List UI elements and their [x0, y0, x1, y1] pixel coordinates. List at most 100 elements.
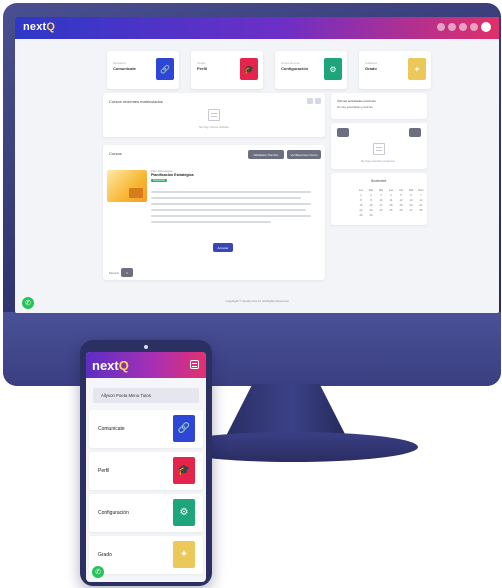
link-icon: 🔗 — [173, 415, 195, 442]
description-line — [151, 209, 306, 211]
menu-icon[interactable] — [190, 360, 199, 369]
calendar-weekday: Sáb — [408, 189, 414, 192]
access-button[interactable]: Acceder — [213, 243, 233, 252]
empty-state-text: No hay eventos próximos — [361, 159, 395, 163]
calendar-day[interactable]: 11 — [387, 199, 395, 202]
calendar-day[interactable]: 12 — [397, 199, 405, 202]
pagination-label: Mostrar — [109, 271, 120, 275]
calendar-grid: Lun Mar Mié Jue Vie Sáb Dom 1 2 3 4 5 6 7 8 9 10 11 12 13 14… — [357, 189, 425, 217]
view-button[interactable]: Ver/Resumen Curso — [287, 150, 321, 159]
calendar-month: Noviembre — [371, 179, 387, 183]
panel-title: Últimas actividades próximas — [337, 99, 376, 103]
tile-label: Comunicate — [113, 66, 136, 71]
link-icon: 🔗 — [156, 58, 174, 80]
calendar-day[interactable]: 26 — [397, 209, 405, 212]
calendar-day[interactable]: 17 — [377, 204, 385, 207]
calendar-day[interactable]: 14 — [417, 199, 425, 202]
courses-panel: Cursos Alfabético Nombre Ver/Resumen Cur… — [103, 145, 325, 280]
calendar-day[interactable]: 28 — [417, 209, 425, 212]
tile-perfil[interactable]: Usuario Perfil 🎓 — [191, 51, 263, 89]
mobile-header: nextQ — [86, 352, 206, 378]
avatar[interactable] — [481, 22, 491, 32]
calendar-weekday: Vie — [399, 189, 403, 192]
calendar-day[interactable]: 6 — [407, 194, 415, 197]
calendar-day[interactable]: 23 — [367, 209, 375, 212]
page-button[interactable]: 1 — [121, 268, 133, 277]
certificate-icon: ✦ — [408, 58, 426, 80]
next-month-button[interactable] — [409, 128, 421, 137]
empty-state-icon — [208, 109, 220, 121]
tile-label: Configuración — [281, 66, 309, 71]
calendar-day[interactable]: 5 — [397, 194, 405, 197]
help-icon[interactable] — [470, 23, 478, 31]
header-actions — [437, 22, 491, 32]
activity-item[interactable]: No hay actividades próximas — [337, 105, 373, 109]
mobile-screen: nextQ Allyson Poeta Menu Tutos Comunicat… — [86, 352, 206, 582]
monitor-chin — [3, 312, 501, 386]
phone-camera — [144, 345, 148, 349]
user-name-bar[interactable]: Allyson Poeta Menu Tutos — [93, 388, 199, 403]
calendar-day[interactable]: 18 — [387, 204, 395, 207]
empty-calendar-icon — [373, 143, 385, 155]
calendar-day[interactable]: 4 — [387, 194, 395, 197]
calendar-day[interactable]: 2 — [367, 194, 375, 197]
course-thumbnail[interactable] — [107, 170, 147, 202]
calendar-day[interactable]: 25 — [387, 209, 395, 212]
calendar-day[interactable]: 16 — [367, 204, 375, 207]
footer-copyright: Copyright © NextQ.com.br. All Rights Res… — [225, 299, 289, 303]
tile-caption: Ajustes da conta — [281, 62, 300, 65]
calendar-day[interactable]: 20 — [407, 204, 415, 207]
description-line — [151, 215, 311, 217]
tile-caption: Mensagens — [113, 62, 126, 65]
brand-logo[interactable]: nextQ — [23, 21, 55, 33]
calendar-day[interactable]: 21 — [417, 204, 425, 207]
tile-label: Perfil — [197, 66, 208, 71]
card-comunicate[interactable]: Comunicate 🔗 — [89, 410, 203, 448]
calendar-day[interactable]: 3 — [377, 194, 385, 197]
tile-comunicate[interactable]: Mensagens Comunicate 🔗 — [107, 51, 179, 89]
message-icon[interactable] — [448, 23, 456, 31]
description-line — [151, 221, 271, 223]
calendar-day[interactable]: 13 — [407, 199, 415, 202]
logo-accent: Q — [118, 358, 129, 373]
graduation-cap-icon: 🎓 — [240, 58, 258, 80]
calendar-day[interactable]: 30 — [367, 214, 375, 217]
calendar-day[interactable]: 24 — [377, 209, 385, 212]
calendar-day[interactable]: 19 — [397, 204, 405, 207]
brand-logo[interactable]: nextQ — [92, 358, 129, 373]
whatsapp-icon[interactable]: ✆ — [22, 297, 34, 309]
panel-title: Cursos recientes matriculados — [109, 99, 163, 104]
certificate-icon: ✦ — [173, 541, 195, 568]
calendar-weekday: Mar — [368, 189, 374, 192]
course-title[interactable]: Planificación Estratégica — [151, 173, 194, 177]
calendar-day[interactable]: 8 — [357, 199, 365, 202]
calendar-day[interactable]: 1 — [357, 194, 365, 197]
logo-text: next — [92, 358, 119, 373]
tile-caption: Usuario — [197, 62, 206, 65]
calendar-panel: Noviembre Lun Mar Mié Jue Vie Sáb Dom 1 2 3 4 5 6 7 8 9… — [331, 173, 427, 225]
calendar-day[interactable]: 15 — [357, 204, 365, 207]
notification-icon[interactable] — [437, 23, 445, 31]
logo-accent: Q — [46, 21, 56, 33]
calendar-day[interactable]: 7 — [417, 194, 425, 197]
prev-icon[interactable] — [307, 98, 313, 104]
settings-icon[interactable] — [459, 23, 467, 31]
calendar-day[interactable]: 29 — [357, 214, 365, 217]
sort-button[interactable]: Alfabético Nombre — [248, 150, 284, 159]
next-icon[interactable] — [315, 98, 321, 104]
card-configuracion[interactable]: Configuración ⚙ — [89, 494, 203, 532]
tile-configuracion[interactable]: Ajustes da conta Configuración ⚙ — [275, 51, 347, 89]
card-grado[interactable]: Grado ✦ — [89, 536, 203, 574]
card-perfil[interactable]: Perfil 🎓 — [89, 452, 203, 490]
whatsapp-icon[interactable]: ✆ — [92, 566, 104, 578]
description-line — [151, 203, 311, 205]
graduation-cap-icon: 🎓 — [173, 457, 195, 484]
monitor-stand-neck — [226, 384, 346, 436]
tile-grado[interactable]: Avaliacoes Grado ✦ — [359, 51, 431, 89]
recent-courses-panel: Cursos recientes matriculados No hay cur… — [103, 93, 325, 137]
calendar-day[interactable]: 27 — [407, 209, 415, 212]
calendar-day[interactable]: 10 — [377, 199, 385, 202]
calendar-day[interactable]: 9 — [367, 199, 375, 202]
prev-month-button[interactable] — [337, 128, 349, 137]
calendar-day[interactable]: 22 — [357, 209, 365, 212]
